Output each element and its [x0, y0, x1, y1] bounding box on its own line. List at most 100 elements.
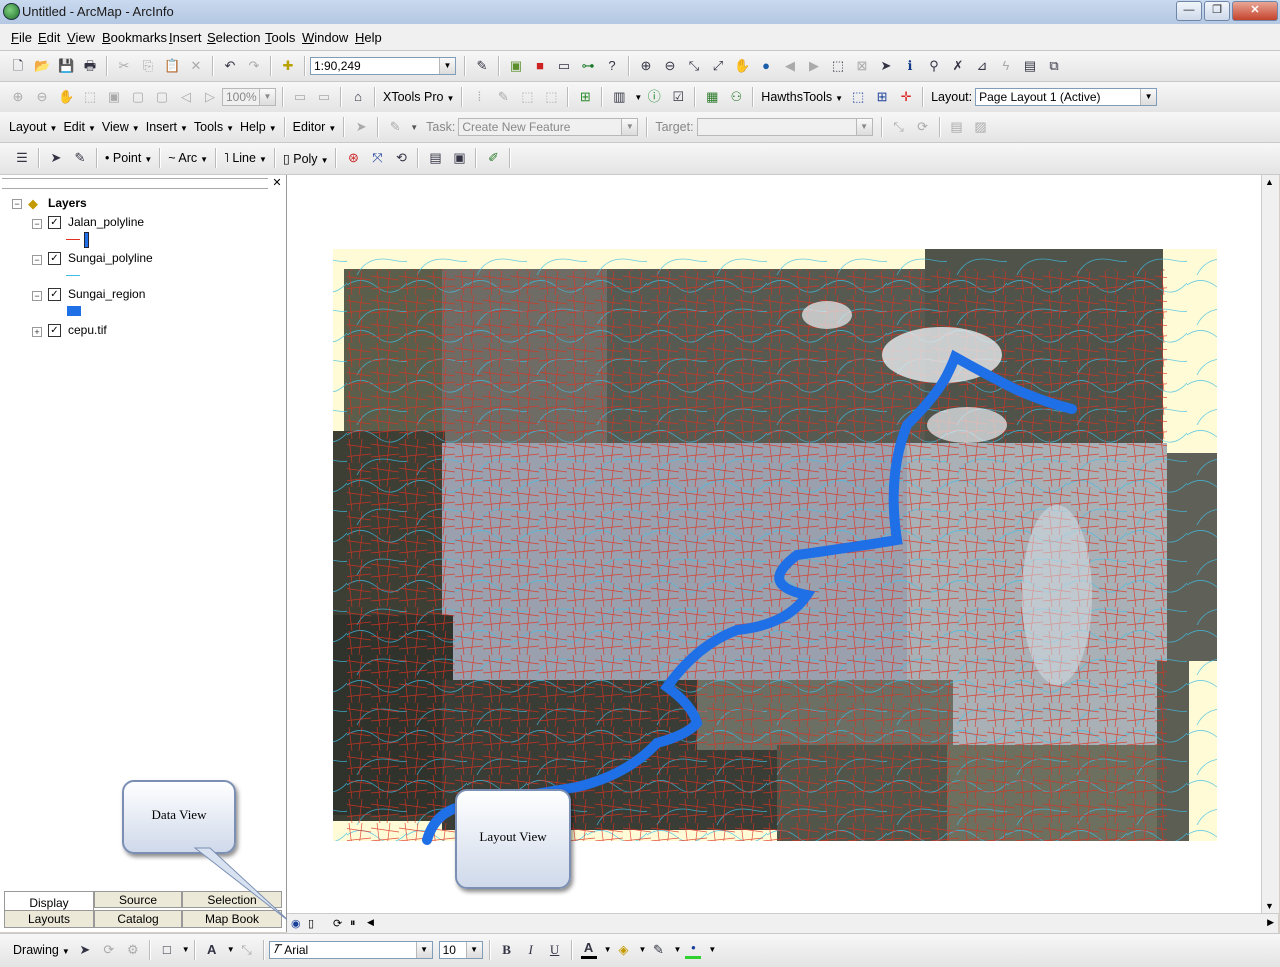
- xtools-table-icon[interactable]: ▥: [611, 89, 627, 105]
- undo-icon[interactable]: ↶: [222, 58, 238, 74]
- cut-icon[interactable]: ✂: [116, 58, 132, 74]
- measure-icon[interactable]: ⊿: [974, 58, 990, 74]
- pan-hand-icon[interactable]: ✋: [734, 58, 750, 74]
- select-features-icon[interactable]: ⬚: [830, 58, 846, 74]
- back-arrow-icon[interactable]: ◀: [782, 58, 798, 74]
- zoom-100-icon[interactable]: ▣: [106, 89, 122, 105]
- expand-icon[interactable]: +: [32, 327, 42, 337]
- whats-this-icon[interactable]: ?: [604, 58, 620, 74]
- line-color-icon[interactable]: ✎: [650, 942, 666, 958]
- next-extent-page-icon[interactable]: ▷: [202, 89, 218, 105]
- insert-menu[interactable]: Insert ▼: [146, 120, 188, 134]
- xtools-check-icon[interactable]: ☑: [670, 89, 686, 105]
- menu-help[interactable]: Help: [355, 30, 382, 45]
- snap-icon[interactable]: ⊛: [345, 150, 361, 166]
- menu-insert[interactable]: Insert: [169, 30, 202, 45]
- clear-selection-icon[interactable]: ⊠: [854, 58, 870, 74]
- find-binoculars-icon[interactable]: ⚲: [926, 58, 942, 74]
- rectangle-icon[interactable]: □: [159, 942, 175, 958]
- split-tool-icon[interactable]: ⤡: [891, 119, 907, 135]
- sketch-properties-icon[interactable]: ▨: [973, 119, 989, 135]
- layer-checkbox[interactable]: ✓: [48, 216, 61, 229]
- collapse-icon[interactable]: −: [32, 255, 42, 265]
- zoom-to-selected-icon[interactable]: ⚙: [125, 942, 141, 958]
- fixed-zoom-in-icon[interactable]: ⤡: [686, 58, 702, 74]
- marker-color-icon[interactable]: •: [685, 940, 702, 959]
- menu-window[interactable]: Window: [302, 30, 348, 45]
- layout-view-canvas[interactable]: Data View Layout View: [287, 175, 1261, 913]
- zoom-in-page-icon[interactable]: ⊕: [10, 89, 26, 105]
- save-icon[interactable]: 💾: [58, 58, 74, 74]
- rotate-tool-icon[interactable]: ⟳: [915, 119, 931, 135]
- toc-root-layers[interactable]: Layers: [48, 196, 87, 210]
- redo-icon[interactable]: ↷: [246, 58, 262, 74]
- horizontal-scrollbar[interactable]: ◉ ▯ ⟳ ⏸ ◀ ▶: [287, 913, 1278, 934]
- print-icon[interactable]: 🖶: [82, 58, 98, 74]
- edit-tool-arrow-icon[interactable]: ➤: [353, 119, 369, 135]
- hawths-tools-menu[interactable]: HawthsTools ▼: [761, 90, 843, 104]
- menu-tools[interactable]: Tools: [265, 30, 295, 45]
- map-scale-combo[interactable]: 1:90,249 ▼: [310, 57, 456, 75]
- font-color-button[interactable]: A: [580, 940, 597, 959]
- chevron-down-icon[interactable]: ▼: [673, 945, 681, 954]
- sketch-pencil-icon[interactable]: ✎: [387, 119, 403, 135]
- layout-menu[interactable]: Layout ▼: [9, 120, 57, 134]
- layer-jalan-polyline[interactable]: Jalan_polyline: [68, 215, 144, 229]
- add-data-icon[interactable]: ✚: [280, 58, 296, 74]
- identify-icon[interactable]: ℹ: [902, 58, 918, 74]
- change-layout-icon[interactable]: ⌂: [350, 89, 366, 105]
- maximize-button[interactable]: ❐: [1204, 1, 1230, 21]
- edit-menu[interactable]: Edit ▼: [63, 120, 95, 134]
- list-icon[interactable]: ☰: [14, 150, 30, 166]
- layer-sungai-region[interactable]: Sungai_region: [68, 287, 145, 301]
- tab-layouts[interactable]: Layouts: [4, 910, 94, 928]
- chevron-down-icon[interactable]: ▼: [1140, 89, 1157, 105]
- select-elements-arrow-icon[interactable]: ➤: [878, 58, 894, 74]
- chevron-down-icon[interactable]: ▼: [634, 93, 642, 102]
- layer-cepu-tif[interactable]: cepu.tif: [68, 323, 107, 337]
- layer-checkbox[interactable]: ✓: [48, 288, 61, 301]
- xtools-user-icon[interactable]: ⚇: [728, 89, 744, 105]
- poly-tool[interactable]: ▯ Poly ▼: [283, 151, 329, 166]
- rotate-element-icon[interactable]: ⟳: [101, 942, 117, 958]
- fixed-zoom-out-icon[interactable]: ⤢: [710, 58, 726, 74]
- full-extent-globe-icon[interactable]: ●: [758, 58, 774, 74]
- tab-source[interactable]: Source: [94, 891, 182, 908]
- minimize-button[interactable]: —: [1176, 1, 1202, 21]
- data-view-button-icon[interactable]: ◉: [291, 917, 301, 930]
- help-menu[interactable]: Help ▼: [240, 120, 277, 134]
- chevron-down-icon[interactable]: ▼: [604, 945, 612, 954]
- zoom-whole-page-icon[interactable]: ⬚: [82, 89, 98, 105]
- close-button[interactable]: ✕: [1232, 1, 1278, 21]
- pan-page-icon[interactable]: ✋: [58, 89, 74, 105]
- menu-edit[interactable]: Edit: [38, 30, 60, 45]
- xtools-convert-icon[interactable]: ⬚: [543, 89, 559, 105]
- rotate-icon[interactable]: ⟲: [393, 150, 409, 166]
- toggle-draft-icon[interactable]: ▭: [292, 89, 308, 105]
- forward-arrow-icon[interactable]: ▶: [806, 58, 822, 74]
- menu-file[interactable]: File: [11, 30, 32, 45]
- bold-button[interactable]: B: [499, 942, 515, 958]
- zoom-out-page-icon[interactable]: ⊖: [34, 89, 50, 105]
- magnifier-window-icon[interactable]: ⧉: [1046, 58, 1062, 74]
- attribute-table-icon[interactable]: ▤: [427, 150, 443, 166]
- fixed-zoom-page-in-icon[interactable]: ▢: [130, 89, 146, 105]
- hawths-select-icon[interactable]: ⬚: [850, 89, 866, 105]
- copy-icon[interactable]: ⎘: [140, 58, 156, 74]
- italic-button[interactable]: I: [523, 942, 539, 958]
- arc-tool[interactable]: ~ Arc ▼: [168, 151, 208, 165]
- layout-combo[interactable]: Page Layout 1 (Active) ▼: [975, 88, 1158, 106]
- fixed-zoom-page-out-icon[interactable]: ▢: [154, 89, 170, 105]
- collapse-icon[interactable]: −: [32, 219, 42, 229]
- zoom-out-icon[interactable]: ⊖: [662, 58, 678, 74]
- line-tool[interactable]: ˥ Line ▼: [224, 151, 267, 165]
- chevron-down-icon[interactable]: ▼: [439, 58, 455, 74]
- chevron-down-icon[interactable]: ▼: [182, 945, 190, 954]
- chevron-down-icon[interactable]: ▼: [415, 941, 432, 958]
- arctoolbox-folder-icon[interactable]: ▣: [508, 58, 524, 74]
- properties-icon[interactable]: ▣: [451, 150, 467, 166]
- html-popup-icon[interactable]: ▤: [1022, 58, 1038, 74]
- chevron-down-icon[interactable]: ▼: [227, 945, 235, 954]
- chevron-down-icon[interactable]: ▼: [639, 945, 647, 954]
- menu-bookmarks[interactable]: Bookmarks: [102, 30, 167, 45]
